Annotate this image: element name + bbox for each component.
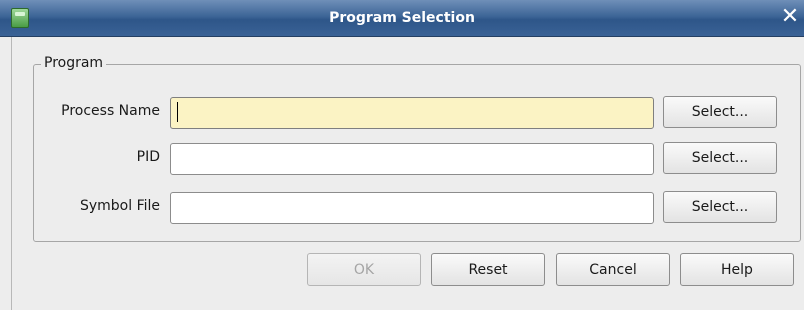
- reset-button[interactable]: Reset: [431, 253, 545, 286]
- window-title: Program Selection: [329, 10, 475, 26]
- text-caret: [177, 102, 178, 122]
- pid-label: PID: [136, 149, 160, 165]
- cancel-button[interactable]: Cancel: [556, 253, 670, 286]
- process-name-input[interactable]: [170, 97, 654, 129]
- process-name-label: Process Name: [61, 103, 160, 119]
- symbol-file-input[interactable]: [170, 192, 654, 224]
- ok-button[interactable]: OK: [307, 253, 421, 286]
- program-group-title: Program: [41, 55, 107, 71]
- pid-input[interactable]: [170, 143, 654, 175]
- close-icon[interactable]: ✕: [780, 6, 800, 28]
- help-button[interactable]: Help: [680, 253, 794, 286]
- window-left-border: [11, 37, 12, 310]
- symbol-file-select-button[interactable]: Select...: [663, 191, 777, 223]
- process-name-select-button[interactable]: Select...: [663, 96, 777, 128]
- pid-select-button[interactable]: Select...: [663, 142, 777, 174]
- symbol-file-label: Symbol File: [79, 198, 160, 214]
- title-bar[interactable]: Program Selection ✕: [0, 0, 804, 37]
